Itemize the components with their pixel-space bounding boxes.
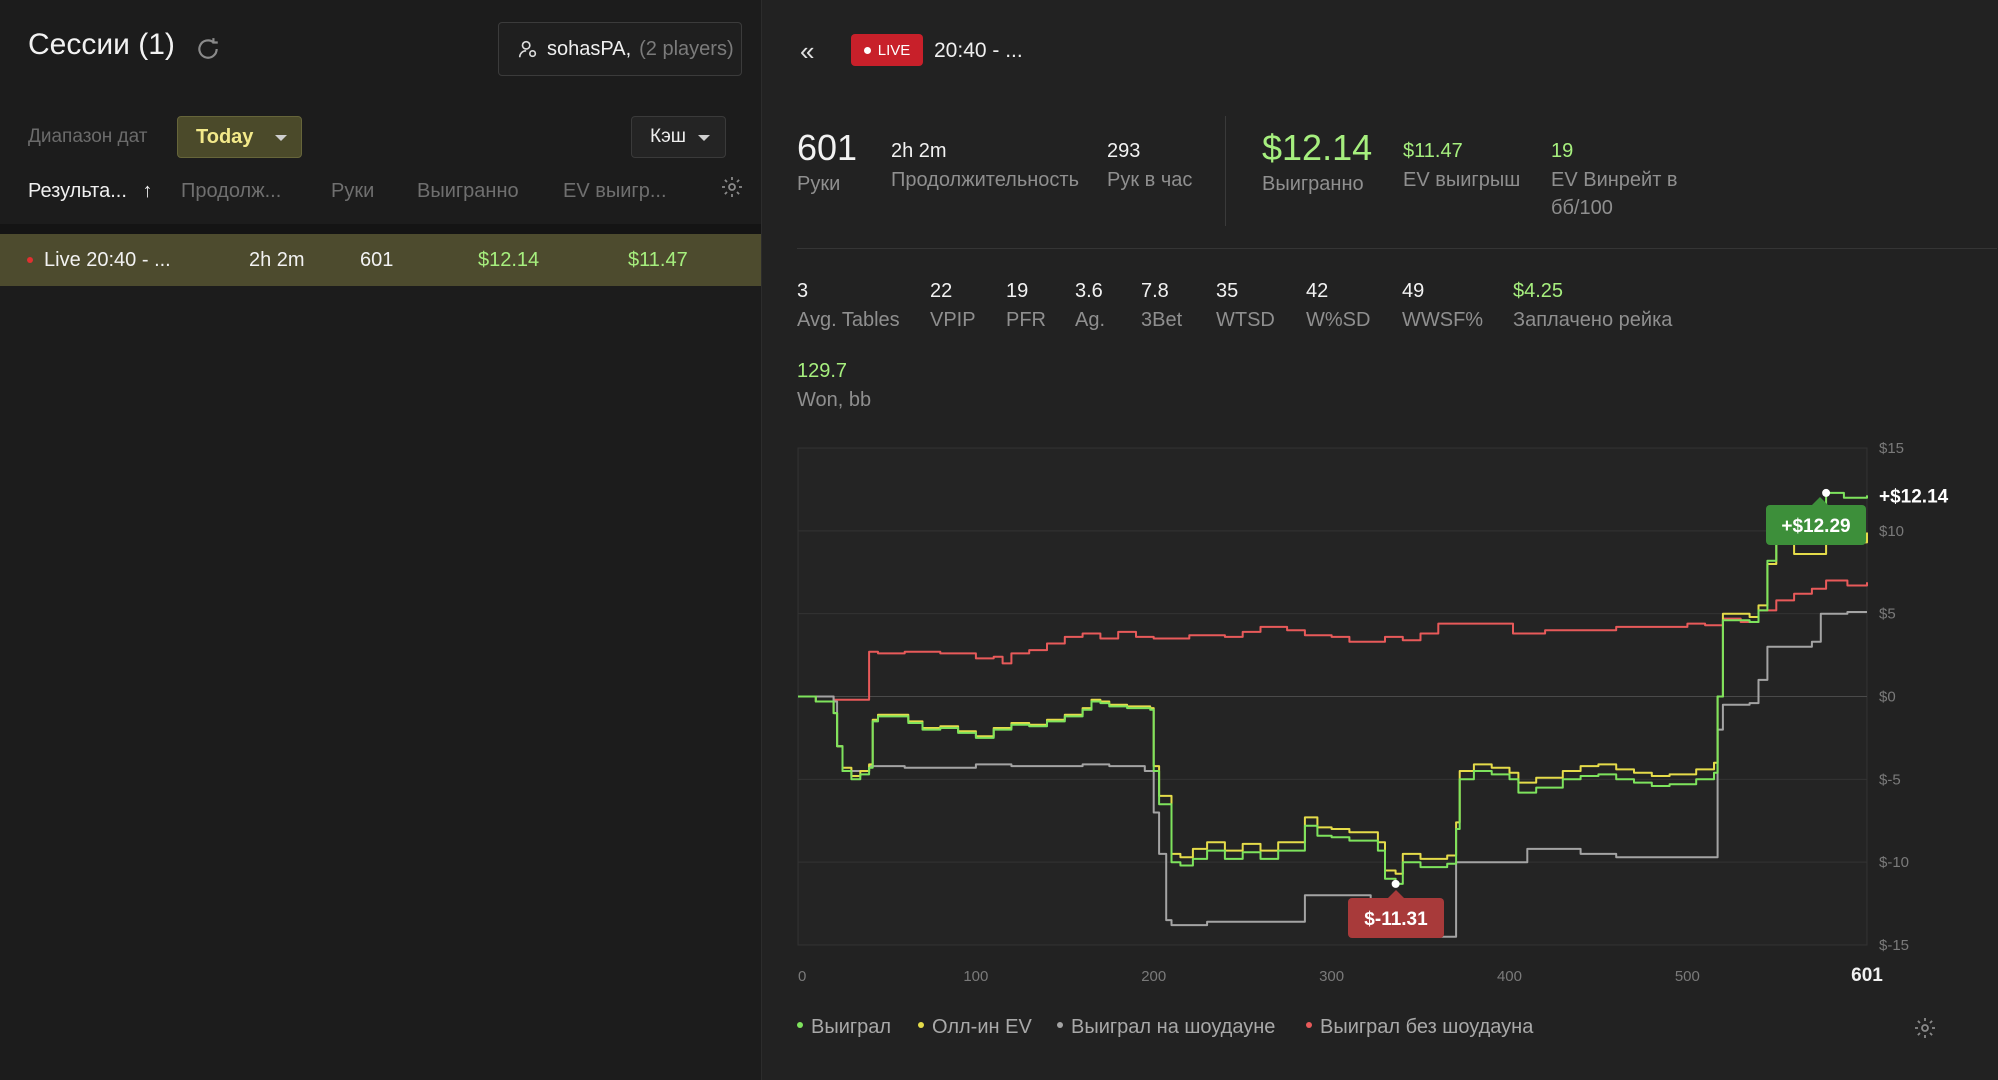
x-tick-label: 601 (1851, 965, 1883, 986)
y-tick-label: $5 (1879, 606, 1896, 623)
legend-dot-icon (1306, 1021, 1312, 1028)
legend-dot-icon (797, 1021, 803, 1028)
max-point (1822, 488, 1831, 497)
legend-item-allin-ev[interactable]: Олл-ин EV (918, 1016, 1032, 1039)
legend-label: Выиграл на шоудауне (1071, 1016, 1276, 1038)
y-tick-label: $10 (1879, 523, 1904, 540)
x-tick-label: 400 (1497, 968, 1522, 985)
min-tooltip-label: $-11.31 (1364, 909, 1428, 930)
x-tick-label: 200 (1141, 968, 1166, 985)
y-tick-label: $15 (1879, 440, 1904, 457)
session-results-chart[interactable]: $15 $10 $5 $0 $-5 $-10 $-15 0 100 200 300 400 500 601… (0, 0, 1998, 1000)
legend-dot-icon (1057, 1021, 1063, 1028)
x-tick-label: 500 (1675, 968, 1700, 985)
y-tick-label: $-10 (1879, 854, 1909, 871)
gear-icon[interactable] (1913, 1016, 1937, 1040)
legend-dot-icon (918, 1021, 924, 1028)
legend-item-won-non-showdown[interactable]: Выиграл без шоудауна (1306, 1016, 1533, 1039)
legend-label: Выиграл без шоудауна (1320, 1016, 1534, 1038)
legend-label: Олл-ин EV (932, 1016, 1032, 1038)
legend-label: Выиграл (811, 1016, 892, 1038)
y-tick-label: $0 (1879, 689, 1896, 706)
x-tick-label: 0 (798, 968, 806, 985)
legend-item-won-showdown[interactable]: Выиграл на шоудауне (1057, 1016, 1275, 1039)
x-tick-label: 100 (963, 968, 988, 985)
x-tick-label: 300 (1319, 968, 1344, 985)
end-value-label: +$12.14 (1879, 486, 1949, 507)
legend-item-won[interactable]: Выиграл (797, 1016, 891, 1039)
max-tooltip-label: +$12.29 (1781, 516, 1850, 537)
min-point (1391, 879, 1400, 888)
y-tick-label: $-15 (1879, 937, 1909, 954)
y-tick-label: $-5 (1879, 771, 1901, 788)
